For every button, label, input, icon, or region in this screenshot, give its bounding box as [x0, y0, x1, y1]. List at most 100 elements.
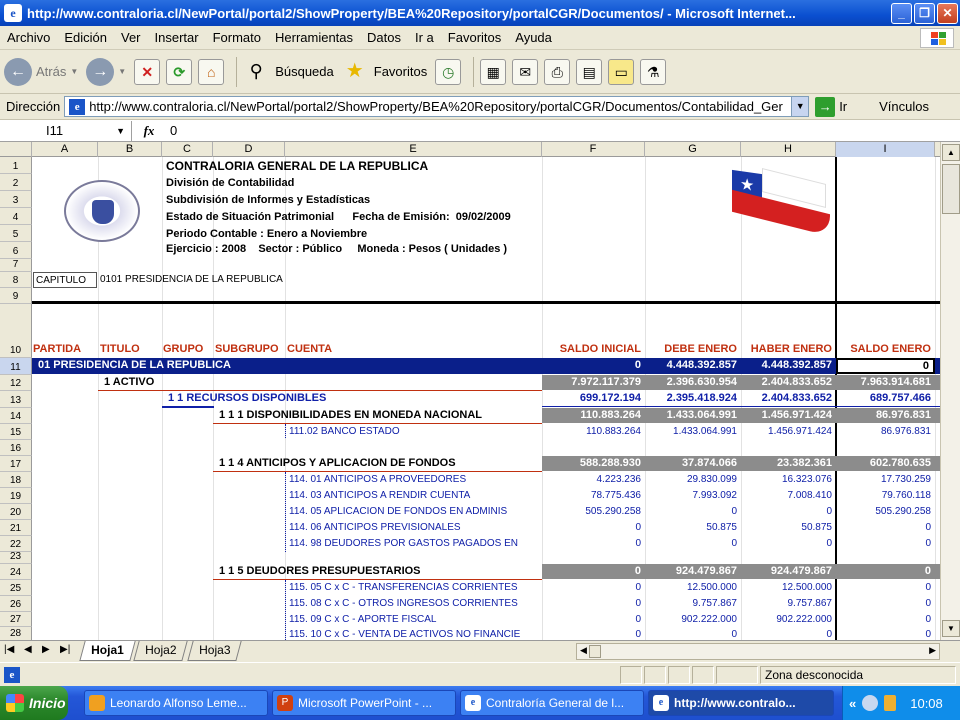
spreadsheet-grid[interactable]: A B C D E F G H I 1 2 3 4 5 6 7 8 9 10 11 12 13 14 15 1…: [0, 142, 940, 640]
subgrupo-115-saldo-inicial[interactable]: 0: [542, 564, 645, 579]
prev-sheet-icon[interactable]: ◀: [24, 644, 32, 655]
links-button[interactable]: Vínculos: [879, 99, 929, 114]
subgrupo-114-debe[interactable]: 37.874.066: [645, 456, 741, 471]
subgrupo-114-label[interactable]: 1 1 4 ANTICIPOS Y APLICACION DE FONDOS: [219, 456, 456, 471]
cuenta-115-09-haber[interactable]: 902.222.000: [741, 612, 836, 627]
subgrupo-111-haber[interactable]: 1.456.971.424: [741, 408, 836, 423]
sheet-tab-hoja1[interactable]: Hoja1: [79, 641, 136, 661]
activo-debe[interactable]: 2.396.630.954: [645, 375, 741, 390]
minimize-button[interactable]: _: [891, 2, 912, 24]
tray-security-icon[interactable]: [884, 695, 897, 711]
recursos-haber[interactable]: 2.404.833.652: [741, 391, 836, 406]
cuenta-114-98-saldo-inicial[interactable]: 0: [542, 536, 645, 551]
subgrupo-115-debe[interactable]: 924.479.867: [645, 564, 741, 579]
menu-insertar[interactable]: Insertar: [148, 30, 206, 45]
recursos-saldo[interactable]: 689.757.466: [836, 391, 935, 406]
row-header[interactable]: 1: [0, 157, 32, 174]
cuenta-115-05-haber[interactable]: 12.500.000: [741, 580, 836, 595]
row-header[interactable]: 4: [0, 208, 32, 225]
header-haber-enero[interactable]: HABER ENERO: [741, 342, 836, 357]
row-header[interactable]: 20: [0, 504, 32, 520]
tray-network-icon[interactable]: [862, 695, 879, 711]
menu-ir-a[interactable]: Ir a: [408, 30, 441, 45]
partida-label[interactable]: 01 PRESIDENCIA DE LA REPUBLICA: [38, 358, 231, 373]
subgrupo-115-label[interactable]: 1 1 5 DEUDORES PRESUPUESTARIOS: [219, 564, 421, 579]
cuenta-115-10-saldo[interactable]: 0: [836, 627, 935, 640]
subgrupo-114-saldo-inicial[interactable]: 588.288.930: [542, 456, 645, 471]
cuenta-115-10-debe[interactable]: 0: [645, 627, 741, 640]
menu-archivo[interactable]: Archivo: [0, 30, 57, 45]
subgrupo-114-saldo[interactable]: 602.780.635: [836, 456, 935, 471]
partida-saldo-inicial[interactable]: 0: [542, 358, 645, 373]
row-header[interactable]: 19: [0, 488, 32, 504]
subgrupo-115-haber[interactable]: 924.479.867: [741, 564, 836, 579]
row-header[interactable]: 10: [0, 304, 32, 358]
name-box-dropdown-icon[interactable]: ▼: [116, 121, 125, 141]
menu-herramientas[interactable]: Herramientas: [268, 30, 360, 45]
activo-haber[interactable]: 2.404.833.652: [741, 375, 836, 390]
header-grupo[interactable]: GRUPO: [163, 342, 203, 357]
activo-saldo-inicial[interactable]: 7.972.117.379: [542, 375, 645, 390]
column-header-a[interactable]: A: [32, 142, 98, 157]
cuenta-111-02-haber[interactable]: 1.456.971.424: [741, 424, 836, 439]
column-header-h[interactable]: H: [741, 142, 836, 157]
header-subgrupo[interactable]: SUBGRUPO: [215, 342, 279, 357]
column-header-f[interactable]: F: [542, 142, 645, 157]
vertical-scrollbar[interactable]: ▲ ▼: [940, 142, 960, 640]
active-cell-i11[interactable]: 0: [836, 358, 935, 374]
forward-dropdown-icon[interactable]: ▼: [118, 67, 126, 76]
cuenta-115-08-saldo-inicial[interactable]: 0: [542, 596, 645, 611]
search-button[interactable]: ⚲ Búsqueda: [243, 59, 334, 85]
cuenta-115-10-saldo-inicial[interactable]: 0: [542, 627, 645, 640]
history-icon[interactable]: ◷: [435, 58, 462, 85]
address-url[interactable]: http://www.contraloria.cl/NewPortal/port…: [89, 99, 783, 114]
mail-icon[interactable]: ✉: [512, 58, 539, 85]
row-header[interactable]: 26: [0, 596, 32, 612]
scroll-down-icon[interactable]: ▼: [942, 620, 960, 637]
start-button[interactable]: Inicio: [0, 686, 68, 720]
cuenta-114-03-label[interactable]: 114. 03 ANTICIPOS A RENDIR CUENTA: [289, 488, 542, 503]
subgrupo-111-saldo-inicial[interactable]: 110.883.264: [542, 408, 645, 423]
task-contraloria[interactable]: e Contraloría General de l...: [460, 690, 644, 716]
maximize-button[interactable]: ❐: [914, 2, 935, 24]
task-leonardo[interactable]: Leonardo Alfonso Leme...: [84, 690, 268, 716]
row-header[interactable]: 8: [0, 272, 32, 288]
cuenta-115-09-label[interactable]: 115. 09 C x C - APORTE FISCAL: [289, 612, 542, 627]
row-header[interactable]: 23: [0, 551, 32, 564]
cuenta-114-03-haber[interactable]: 7.008.410: [741, 488, 836, 503]
header-partida[interactable]: PARTIDA: [33, 342, 81, 357]
name-box[interactable]: I11 ▼: [0, 120, 132, 141]
security-zone[interactable]: Zona desconocida: [760, 666, 956, 684]
cuenta-114-98-saldo[interactable]: 0: [836, 536, 935, 551]
cuenta-114-05-label[interactable]: 114. 05 APLICACION DE FONDOS EN ADMINIS: [289, 504, 542, 519]
cuenta-114-98-label[interactable]: 114. 98 DEUDORES POR GASTOS PAGADOS EN: [289, 536, 542, 551]
cuenta-115-05-debe[interactable]: 12.500.000: [645, 580, 741, 595]
media-icon[interactable]: ▦: [480, 58, 507, 85]
menu-formato[interactable]: Formato: [206, 30, 268, 45]
header-debe-enero[interactable]: DEBE ENERO: [645, 342, 741, 357]
cuenta-114-98-haber[interactable]: 0: [741, 536, 836, 551]
cuenta-114-03-saldo[interactable]: 79.760.118: [836, 488, 935, 503]
column-header-d[interactable]: D: [213, 142, 285, 157]
grupo-recursos-label[interactable]: 1 1 RECURSOS DISPONIBLES: [168, 391, 326, 406]
partida-debe[interactable]: 4.448.392.857: [645, 358, 741, 373]
back-button[interactable]: ← Atrás ▼: [4, 57, 78, 86]
row-header[interactable]: 14: [0, 408, 32, 424]
function-icon[interactable]: fx: [132, 123, 166, 139]
subgrupo-111-saldo[interactable]: 86.976.831: [836, 408, 935, 423]
partida-haber[interactable]: 4.448.392.857: [741, 358, 836, 373]
excel-app-icon[interactable]: e: [4, 4, 22, 22]
cuenta-114-06-debe[interactable]: 50.875: [645, 520, 741, 535]
column-header-i[interactable]: I: [836, 142, 935, 157]
favorites-button[interactable]: ★ Favoritos: [342, 59, 427, 85]
title-bar[interactable]: e http://www.contraloria.cl/NewPortal/po…: [0, 0, 960, 26]
row-header[interactable]: 27: [0, 612, 32, 627]
row-header[interactable]: 21: [0, 520, 32, 536]
menu-ayuda[interactable]: Ayuda: [508, 30, 559, 45]
horizontal-scroll-thumb[interactable]: [589, 645, 601, 658]
cuenta-114-05-debe[interactable]: 0: [645, 504, 741, 519]
formula-input[interactable]: 0: [166, 123, 177, 138]
research-icon[interactable]: ⚗: [640, 58, 667, 85]
cuenta-115-10-haber[interactable]: 0: [741, 627, 836, 640]
scroll-up-icon[interactable]: ▲: [942, 144, 960, 161]
